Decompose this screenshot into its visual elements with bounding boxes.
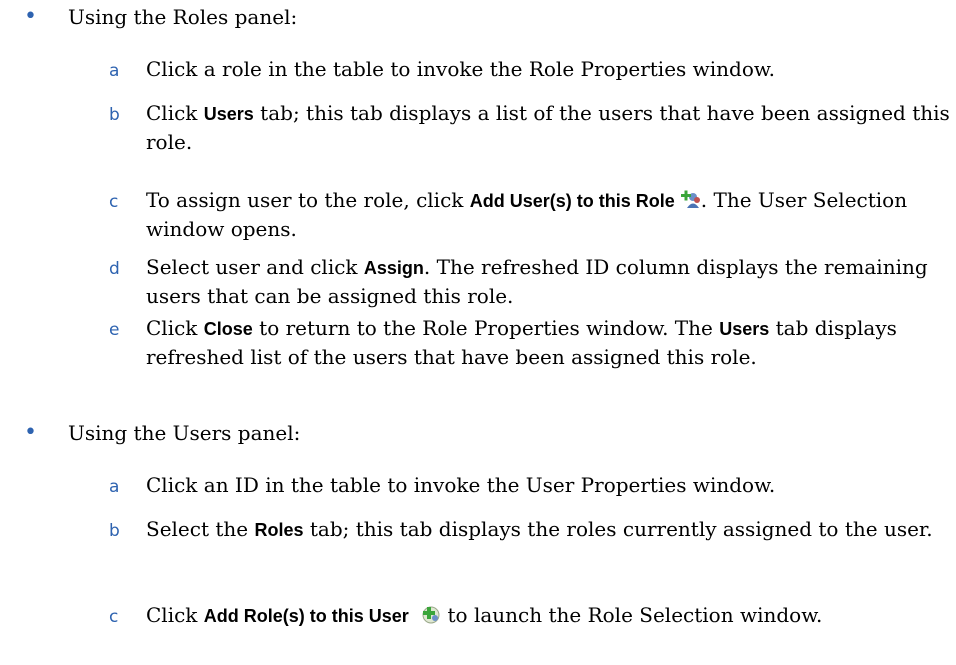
ui-term: Users (203, 104, 254, 124)
step-text: Select the Roles tab; this tab displays … (146, 517, 933, 541)
step-letter: a (109, 61, 120, 81)
step-text: Select user and click Assign. The refres… (146, 255, 928, 308)
ui-term: Close (203, 319, 253, 339)
ui-term: Add Role(s) to this User (203, 606, 409, 626)
step-text: Click Close to return to the Role Proper… (146, 316, 897, 369)
step-letter: c (109, 192, 119, 212)
step-letter: c (109, 607, 119, 627)
bullet-dot: • (24, 420, 37, 445)
step-text: To assign user to the role, click Add Us… (146, 188, 908, 241)
ui-term: Add User(s) to this Role (469, 191, 675, 211)
add-role-icon (419, 603, 441, 625)
step-letter: a (109, 477, 120, 497)
bullet-label: Using the Roles panel: (68, 5, 298, 29)
bullet-item: • Using the Users panel: (0, 420, 956, 450)
step-text: Click an ID in the table to invoke the U… (146, 473, 776, 497)
ui-term: Users (719, 319, 770, 339)
bullet-item: • Using the Roles panel: (0, 4, 956, 34)
step-letter: e (109, 320, 120, 340)
step-letter: b (109, 521, 120, 541)
step-text: Click a role in the table to invoke the … (146, 57, 776, 81)
bullet-dot: • (24, 4, 37, 29)
step-text: Click Users tab; this tab displays a lis… (146, 101, 950, 154)
ui-term: Roles (254, 520, 304, 540)
add-users-icon (679, 188, 701, 210)
step-letter: d (109, 259, 120, 279)
step-text: Click Add Role(s) to this User to launch… (146, 603, 823, 627)
ui-term: Assign (363, 258, 424, 278)
step-letter: b (109, 105, 120, 125)
bullet-label: Using the Users panel: (68, 421, 301, 445)
